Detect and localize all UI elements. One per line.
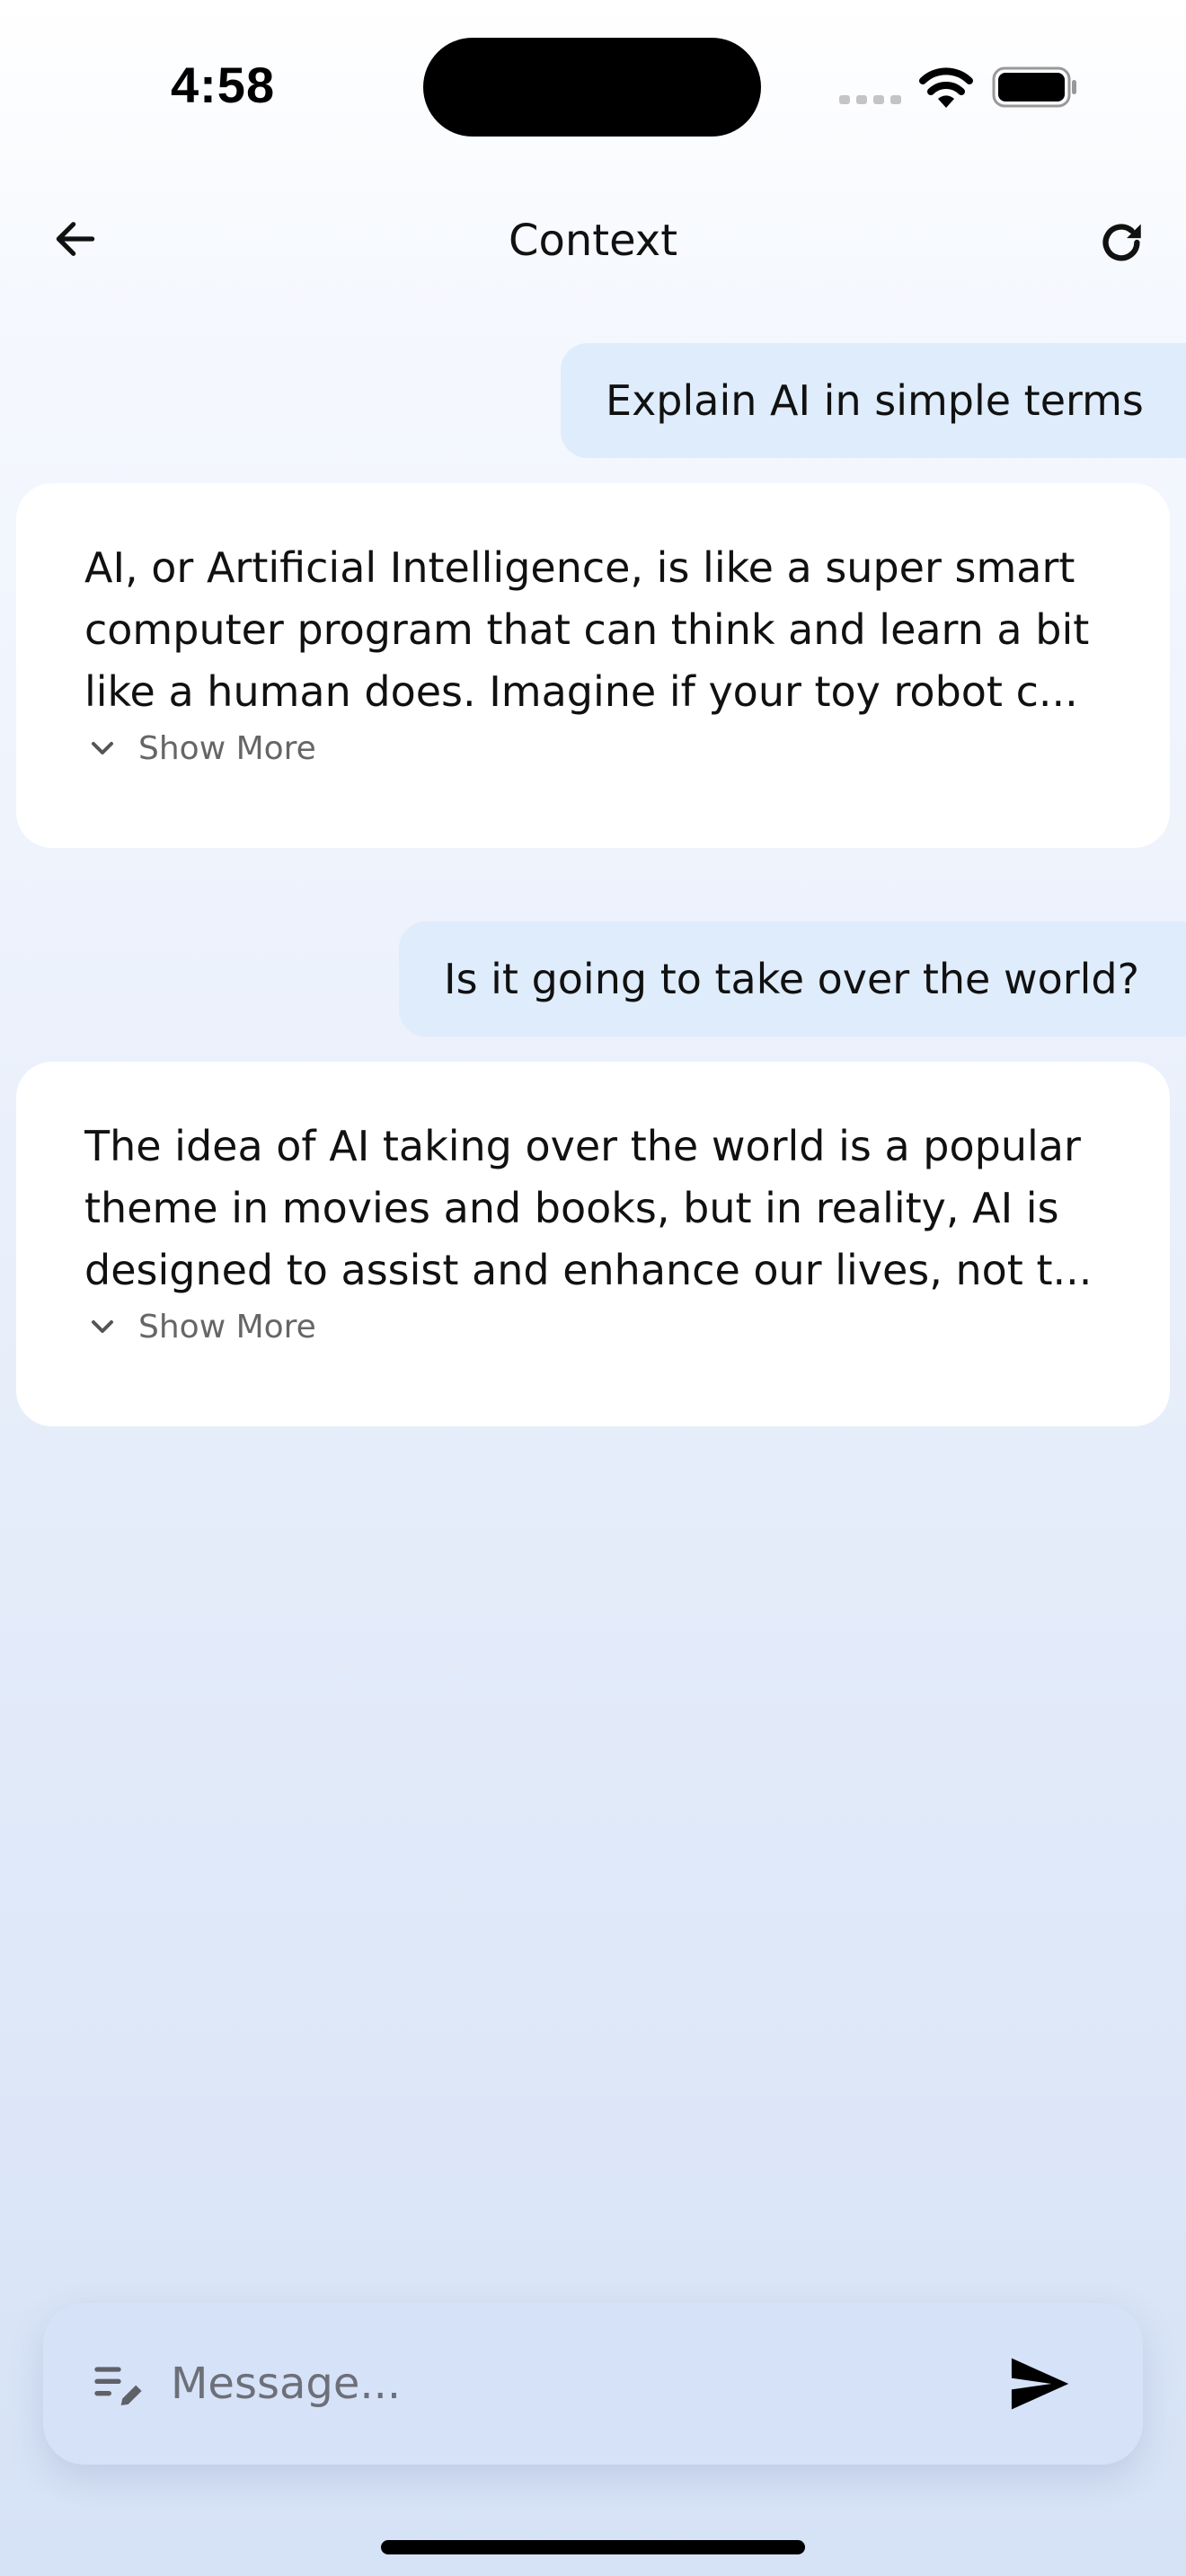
send-icon [1011,2358,1069,2410]
user-message: Is it going to take over the world? [399,922,1186,1037]
show-more-label: Show More [138,1308,316,1345]
user-message-text: Is it going to take over the world? [444,955,1140,1003]
message-composer [43,2303,1143,2465]
show-more-button[interactable]: Show More [84,723,1102,773]
message-input[interactable] [171,2339,979,2429]
refresh-button[interactable] [1089,210,1154,275]
cellular-signal-icon [839,95,901,104]
send-button[interactable] [997,2346,1080,2422]
user-message-text: Explain AI in simple terms [606,376,1144,425]
notes-edit-icon[interactable] [90,2355,147,2413]
show-more-button[interactable]: Show More [84,1301,1102,1352]
assistant-message-text: The idea of AI taking over the world is … [84,1122,1093,1294]
chevron-down-icon [92,1320,113,1333]
user-message: Explain AI in simple terms [561,343,1186,458]
show-more-label: Show More [138,729,316,767]
page-title: Context [508,216,678,266]
home-indicator [381,2540,805,2554]
assistant-message: AI, or Artificial Intelligence, is like … [16,483,1170,848]
battery-icon [992,66,1076,108]
assistant-message: The idea of AI taking over the world is … [16,1062,1170,1426]
chevron-down-icon [92,742,113,754]
status-time: 4:58 [171,57,276,113]
assistant-message-text: AI, or Artificial Intelligence, is like … [84,543,1090,716]
dynamic-island [423,38,761,137]
refresh-icon [1102,224,1141,261]
wifi-icon [919,67,973,108]
